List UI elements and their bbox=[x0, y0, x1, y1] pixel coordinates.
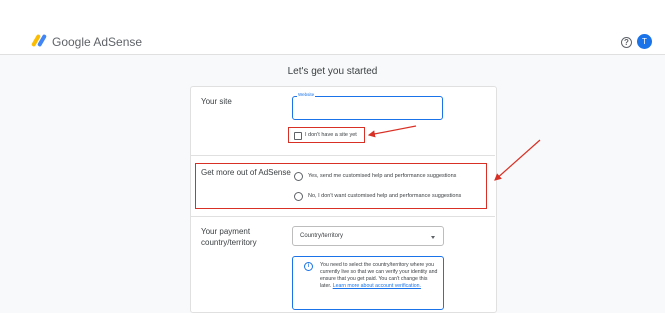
arrow-to-no-site bbox=[367, 125, 417, 138]
arrow-to-suggestions bbox=[494, 139, 541, 181]
annotation-arrows bbox=[367, 125, 541, 181]
